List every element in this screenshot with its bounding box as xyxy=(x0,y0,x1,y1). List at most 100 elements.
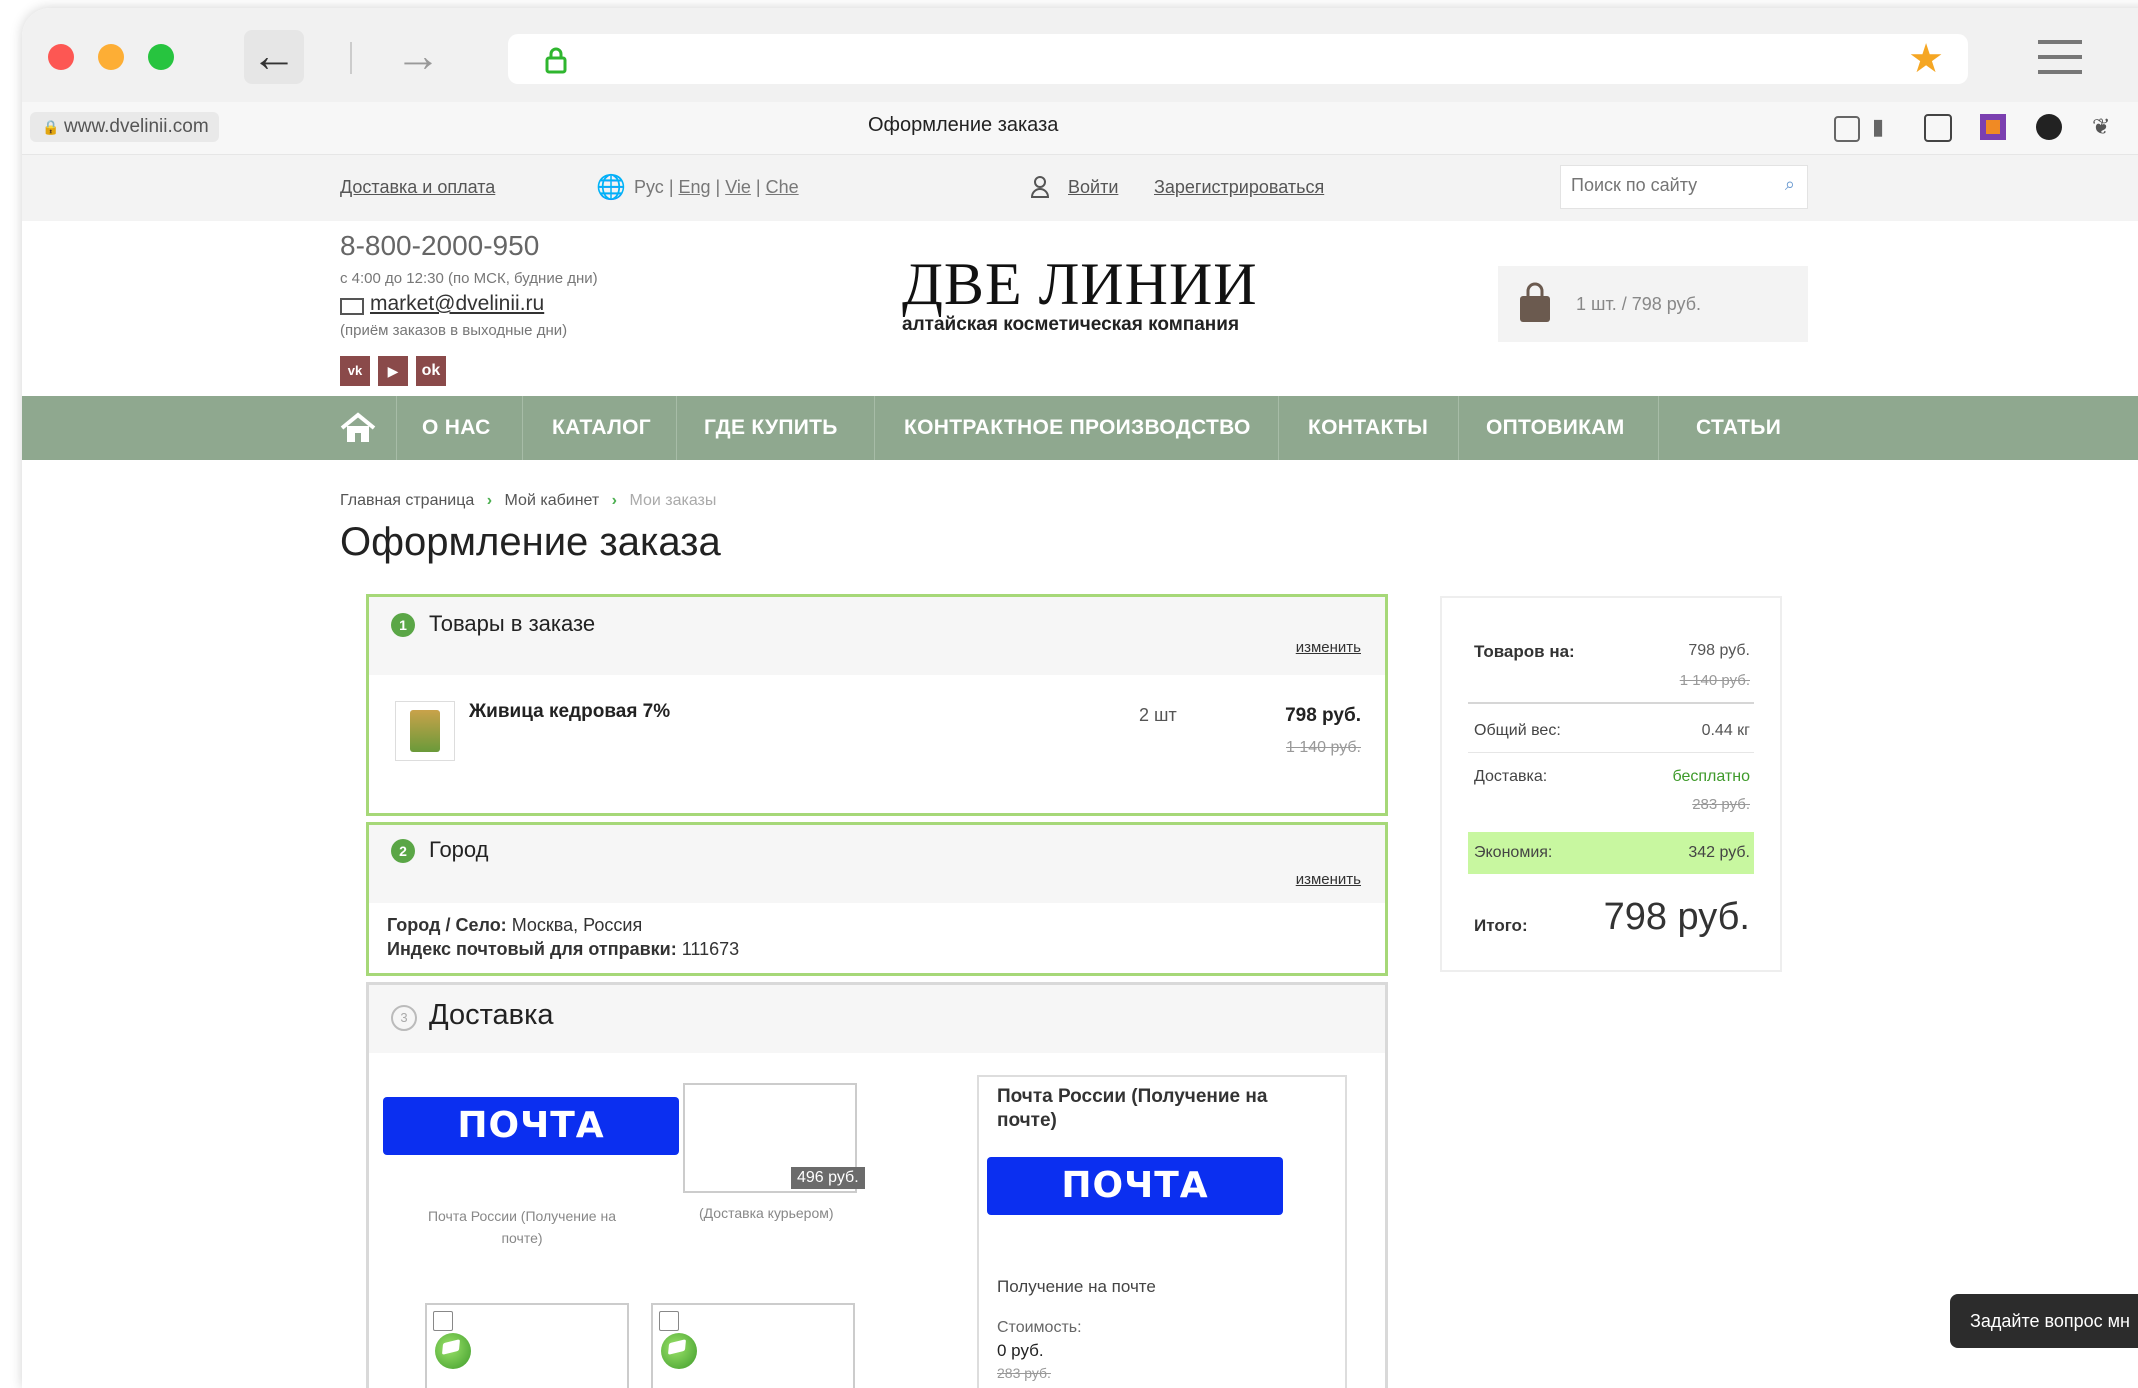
page-info-bar: 🔒 www.dvelinii.com Оформление заказа ▮ ❦ xyxy=(22,102,2138,155)
address-bar[interactable]: ★ xyxy=(508,34,1968,84)
delivery-option-courier[interactable]: 496 руб. (Доставка курьером) xyxy=(683,1083,883,1253)
summary-delivery-old: 283 руб. xyxy=(1692,796,1750,813)
vk-icon[interactable]: vk xyxy=(340,356,370,386)
option-checkbox[interactable] xyxy=(659,1311,679,1331)
chevron-right-icon: › xyxy=(611,492,617,509)
product-old-price: 1 140 руб. xyxy=(1286,739,1361,756)
mini-cart[interactable]: 1 шт. / 798 руб. xyxy=(1498,266,1808,342)
green-delivery-icon xyxy=(435,1333,471,1369)
minimize-window-button[interactable] xyxy=(98,44,124,70)
step-badge: 2 xyxy=(391,839,415,863)
delivery-cost-label: Стоимость: xyxy=(997,1319,1082,1336)
delivery-detail-method: Получение на почте xyxy=(997,1277,1156,1296)
summary-weight-label: Общий вес: xyxy=(1474,722,1561,739)
leaf-icon[interactable]: ❦ xyxy=(2092,114,2110,140)
menu-item-articles[interactable]: СТАТЬИ xyxy=(1696,396,1781,460)
email-note: (приём заказов в выходные дни) xyxy=(340,322,568,339)
lang-en[interactable]: Eng xyxy=(679,177,711,197)
hamburger-menu-icon[interactable] xyxy=(2038,40,2082,74)
summary-total-label: Итого: xyxy=(1474,916,1528,935)
maximize-window-button[interactable] xyxy=(148,44,174,70)
delivery-payment-link[interactable]: Доставка и оплата xyxy=(340,177,495,198)
goods-change-link[interactable]: изменить xyxy=(1296,639,1361,656)
register-link[interactable]: Зарегистрироваться xyxy=(1154,177,1324,198)
lang-vi[interactable]: Vie xyxy=(725,177,751,197)
green-delivery-icon xyxy=(661,1333,697,1369)
product-name[interactable]: Живица кедровая 7% xyxy=(469,701,670,723)
summary-divider xyxy=(1468,752,1754,753)
tab-title: Оформление заказа xyxy=(868,114,1059,136)
courier-price-tag: 496 руб. xyxy=(791,1167,865,1189)
language-switcher: Рус | Eng | Vie | Che xyxy=(634,177,799,197)
delivery-option-pickup[interactable]: ПОЧТА РОССИИ Почта России (Получение на … xyxy=(383,1083,683,1253)
search-input[interactable] xyxy=(1569,174,1773,197)
menu-item-wholesale[interactable]: ОПТОВИКАМ xyxy=(1486,396,1625,460)
browser-toolbar: ← → ★ xyxy=(22,8,2138,102)
breadcrumb-cabinet[interactable]: Мой кабинет xyxy=(505,492,600,509)
translate-icon[interactable] xyxy=(1834,116,1860,142)
goods-panel-title: Товары в заказе xyxy=(429,611,596,636)
search-icon[interactable]: ⌕ xyxy=(1785,174,1795,195)
summary-weight-value: 0.44 кг xyxy=(1701,722,1750,739)
bookmark-icon[interactable]: ▮ xyxy=(1872,114,1884,140)
product-thumbnail[interactable] xyxy=(395,701,455,761)
postal-index-label: Индекс почтовый для отправки: xyxy=(387,939,677,959)
delivery-cost-value: 0 руб. xyxy=(997,1341,1044,1360)
extension-round-icon[interactable] xyxy=(2036,114,2062,140)
lang-ru[interactable]: Рус xyxy=(634,177,664,197)
summary-savings-value: 342 руб. xyxy=(1688,844,1750,861)
pochta-logo: ПОЧТА РОССИИ xyxy=(987,1157,1283,1264)
menu-item-contract-production[interactable]: КОНТРАКТНОЕ ПРОИЗВОДСТВО xyxy=(904,396,1251,460)
close-window-button[interactable] xyxy=(48,44,74,70)
cart-summary: 1 шт. / 798 руб. xyxy=(1576,294,1702,314)
menu-item-catalog[interactable]: КАТАЛОГ xyxy=(552,396,651,460)
menu-item-where-to-buy[interactable]: ГДЕ КУПИТЬ xyxy=(704,396,838,460)
email-link[interactable]: market@dvelinii.ru xyxy=(370,292,544,316)
main-menu: О НАС КАТАЛОГ ГДЕ КУПИТЬ КОНТРАКТНОЕ ПРО… xyxy=(22,396,2138,460)
login-link[interactable]: Войти xyxy=(1068,177,1118,198)
site-logo[interactable]: ДВЕ ЛИНИИ алтайская косметическая компан… xyxy=(902,254,1282,336)
user-icon xyxy=(1030,176,1050,198)
url-chip[interactable]: 🔒 www.dvelinii.com xyxy=(30,112,219,142)
logo-title: ДВЕ ЛИНИИ xyxy=(902,251,1258,317)
youtube-icon[interactable]: ▶ xyxy=(378,356,408,386)
summary-goods-label: Товаров на: xyxy=(1474,642,1575,661)
postal-index-row: Индекс почтовый для отправки: 111673 xyxy=(387,939,739,960)
step-badge: 3 xyxy=(391,1005,417,1031)
delivery-detail-card: Почта России (Получение на почте) ПОЧТА … xyxy=(977,1075,1347,1388)
browser-window: ← → ★ 🔒 www.dvelinii.com Оформление зака… xyxy=(22,8,2138,1388)
chevron-right-icon: › xyxy=(486,492,493,509)
back-arrow-icon[interactable]: ← xyxy=(244,30,304,84)
mail-icon xyxy=(340,298,364,315)
city-change-link[interactable]: изменить xyxy=(1296,871,1361,888)
delivery-panel-title: Доставка xyxy=(429,999,554,1031)
star-icon[interactable]: ★ xyxy=(1908,36,1944,82)
site-search[interactable]: ⌕ xyxy=(1560,165,1808,209)
breadcrumb-home[interactable]: Главная страница xyxy=(340,492,474,509)
extension-orange-icon[interactable] xyxy=(1980,114,2006,140)
odnoklassniki-icon[interactable]: ok xyxy=(416,356,446,386)
ask-question-chat-button[interactable]: Задайте вопрос мн xyxy=(1950,1294,2138,1348)
city-row: Город / Село: Москва, Россия xyxy=(387,915,642,936)
shopping-bag-icon xyxy=(1520,282,1550,322)
screenshot-icon[interactable] xyxy=(1924,114,1952,142)
delivery-option-card-1[interactable] xyxy=(425,1303,629,1388)
delivery-option-card-2[interactable] xyxy=(651,1303,855,1388)
menu-item-contacts[interactable]: КОНТАКТЫ xyxy=(1308,396,1428,460)
summary-goods-value: 798 руб. xyxy=(1688,642,1750,659)
city-panel-header: 2 Город изменить xyxy=(369,825,1385,903)
option-checkbox[interactable] xyxy=(433,1311,453,1331)
site-top-bar: Доставка и оплата 🌐 Рус | Eng | Vie | Ch… xyxy=(22,155,2138,221)
city-panel-title: Город xyxy=(429,837,489,862)
city-label: Город / Село: xyxy=(387,915,507,935)
summary-delivery-value: бесплатно xyxy=(1672,768,1751,785)
forward-arrow-icon[interactable]: → xyxy=(388,30,448,84)
phone-number[interactable]: 8-800-2000-950 xyxy=(340,230,539,262)
lang-zh[interactable]: Che xyxy=(766,177,799,197)
summary-savings-label: Экономия: xyxy=(1474,844,1553,861)
home-icon[interactable] xyxy=(340,412,376,444)
toolbar-divider xyxy=(350,42,352,74)
city-panel: 2 Город изменить Город / Село: Москва, Р… xyxy=(366,822,1388,976)
menu-item-about[interactable]: О НАС xyxy=(422,396,491,460)
page-title: Оформление заказа xyxy=(340,520,721,564)
